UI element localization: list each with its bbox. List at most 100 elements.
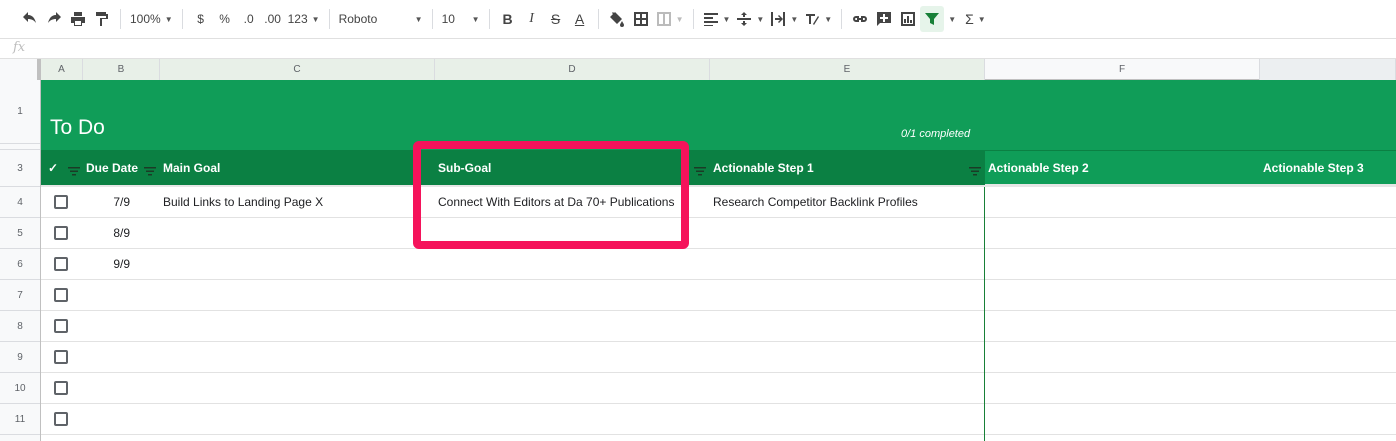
row-header-11[interactable]: 11 <box>0 404 40 435</box>
due-date-cell[interactable]: 7/9 <box>83 187 160 217</box>
font-size-select[interactable]: 10 ▼ <box>439 6 483 32</box>
row-header-9[interactable]: 9 <box>0 342 40 373</box>
column-header-d[interactable]: D <box>435 59 710 80</box>
sub-goal-cell[interactable] <box>435 373 710 403</box>
main-goal-cell[interactable] <box>160 404 435 434</box>
column-header-e[interactable]: E <box>710 59 985 80</box>
row-header-7[interactable]: 7 <box>0 280 40 311</box>
filter-icon[interactable] <box>144 163 156 176</box>
horizontal-align-icon[interactable]: ▼ <box>700 6 734 32</box>
strikethrough-button[interactable]: S <box>544 6 568 32</box>
print-icon[interactable] <box>66 6 90 32</box>
task-checkbox[interactable] <box>54 226 68 240</box>
functions-button[interactable]: Σ ▼ <box>962 6 989 32</box>
main-goal-cell[interactable] <box>160 373 435 403</box>
row-header-3[interactable]: 3 <box>0 150 40 187</box>
borders-icon[interactable] <box>629 6 653 32</box>
column-header-a[interactable]: A <box>41 59 83 80</box>
due-date-cell[interactable]: 9/9 <box>83 249 160 279</box>
filter-icon[interactable] <box>969 163 981 176</box>
step-1-cell[interactable] <box>710 404 985 434</box>
task-checkbox[interactable] <box>54 350 68 364</box>
chevron-down-icon[interactable]: ▼ <box>948 15 956 24</box>
sub-goal-cell[interactable] <box>435 404 710 434</box>
main-goal-cell[interactable]: Build Links to Landing Page X <box>160 187 435 217</box>
main-goal-cell[interactable] <box>160 249 435 279</box>
column-header-b[interactable]: B <box>83 59 160 80</box>
sub-goal-cell[interactable] <box>435 311 710 341</box>
chevron-down-icon: ▼ <box>471 14 480 24</box>
filter-icon[interactable] <box>920 6 945 32</box>
due-date-cell[interactable] <box>83 404 160 434</box>
sub-goal-cell[interactable]: Connect With Editors at Da 70+ Publicati… <box>435 187 710 217</box>
redo-icon[interactable] <box>42 6 66 32</box>
sub-goal-cell[interactable] <box>435 280 710 310</box>
step-1-cell[interactable] <box>710 249 985 279</box>
formula-bar[interactable]: fx <box>0 38 1396 59</box>
step-1-cell[interactable] <box>710 218 985 248</box>
text-rotation-icon[interactable]: ▼ <box>801 6 835 32</box>
due-date-cell[interactable] <box>83 280 160 310</box>
step-1-cell[interactable] <box>710 311 985 341</box>
text-wrap-icon[interactable]: ▼ <box>767 6 801 32</box>
task-checkbox[interactable] <box>54 412 68 426</box>
row-header-4[interactable]: 4 <box>0 187 40 218</box>
sub-goal-cell[interactable] <box>435 218 710 248</box>
filter-icon[interactable] <box>694 163 706 176</box>
fill-color-icon[interactable] <box>605 6 629 32</box>
italic-button[interactable]: I <box>520 6 544 32</box>
sub-goal-cell[interactable] <box>435 249 710 279</box>
decrease-decimal-button[interactable]: .0 <box>237 6 261 32</box>
increase-decimal-button[interactable]: .00 <box>261 6 285 32</box>
undo-icon[interactable] <box>18 6 42 32</box>
text-color-button[interactable]: A <box>568 6 592 32</box>
row-header-8[interactable]: 8 <box>0 311 40 342</box>
percent-button[interactable]: % <box>213 6 237 32</box>
main-goal-cell[interactable] <box>160 280 435 310</box>
due-date-cell[interactable] <box>83 373 160 403</box>
task-checkbox[interactable] <box>54 288 68 302</box>
header-main-goal[interactable]: Main Goal <box>160 151 435 185</box>
row-header-6[interactable]: 6 <box>0 249 40 280</box>
due-date-cell[interactable]: 8/9 <box>83 218 160 248</box>
insert-link-icon[interactable] <box>848 6 872 32</box>
due-date-cell[interactable] <box>83 311 160 341</box>
zoom-select[interactable]: 100% ▼ <box>127 6 176 32</box>
step-1-cell[interactable] <box>710 373 985 403</box>
column-header-f[interactable]: F <box>985 59 1260 80</box>
row-header-1[interactable]: 1 <box>0 80 40 144</box>
header-step-3[interactable]: Actionable Step 3 <box>1260 151 1396 185</box>
select-all-corner[interactable] <box>0 59 41 80</box>
step-1-cell[interactable] <box>710 342 985 372</box>
main-goal-cell[interactable] <box>160 342 435 372</box>
task-checkbox[interactable] <box>54 381 68 395</box>
header-sub-goal[interactable]: Sub-Goal <box>435 151 710 185</box>
row-header-10[interactable]: 10 <box>0 373 40 404</box>
task-checkbox[interactable] <box>54 319 68 333</box>
main-goal-cell[interactable] <box>160 218 435 248</box>
column-header-c[interactable]: C <box>160 59 435 80</box>
vertical-align-icon[interactable]: ▼ <box>733 6 767 32</box>
step-1-cell[interactable]: Research Competitor Backlink Profiles <box>710 187 985 217</box>
step-1-cell[interactable] <box>710 280 985 310</box>
header-step-2[interactable]: Actionable Step 2 <box>985 151 1260 185</box>
font-select[interactable]: Roboto ▼ <box>336 6 426 32</box>
paint-format-icon[interactable] <box>90 6 114 32</box>
main-goal-cell[interactable] <box>160 311 435 341</box>
filter-icon[interactable] <box>68 163 80 176</box>
insert-comment-icon[interactable] <box>872 6 896 32</box>
bold-button[interactable]: B <box>496 6 520 32</box>
currency-button[interactable]: $ <box>189 6 213 32</box>
insert-chart-icon[interactable] <box>896 6 920 32</box>
column-header-g[interactable] <box>1260 59 1396 80</box>
sub-goal-cell[interactable] <box>435 342 710 372</box>
due-date-cell[interactable] <box>83 342 160 372</box>
task-checkbox[interactable] <box>54 257 68 271</box>
task-checkbox[interactable] <box>54 195 68 209</box>
header-step-1[interactable]: Actionable Step 1 <box>710 151 985 185</box>
merge-cells-icon[interactable]: ▼ <box>653 6 687 32</box>
row-header-5[interactable]: 5 <box>0 218 40 249</box>
sheet-title[interactable]: To Do <box>50 116 105 140</box>
sheet-grid[interactable]: To Do 0/1 completed ✓ Due Date Main Goal… <box>41 80 1396 441</box>
number-format-select[interactable]: 123 ▼ <box>285 6 323 32</box>
